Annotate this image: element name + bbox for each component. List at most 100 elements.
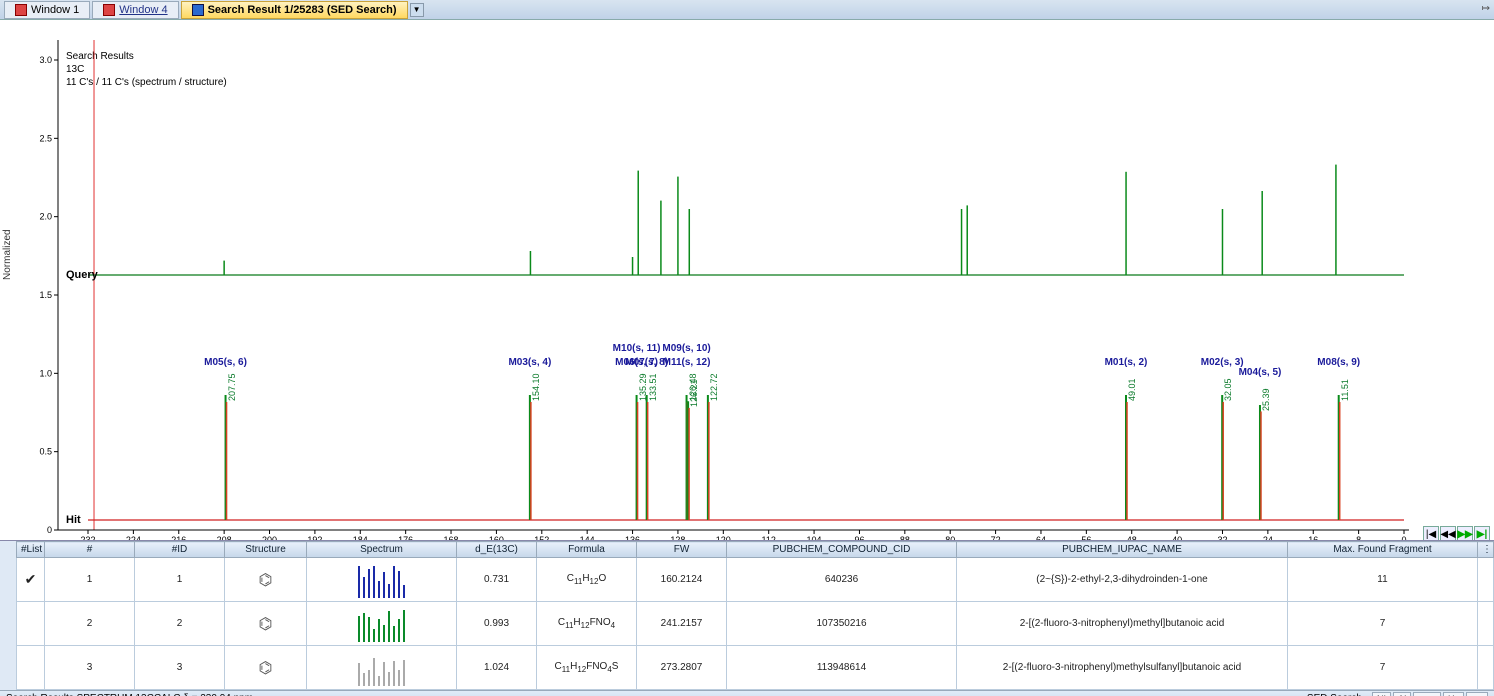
svg-text:1.0: 1.0: [39, 368, 52, 378]
btn-pts[interactable]: pts: [1466, 692, 1488, 696]
table-row[interactable]: 22⌬0.993C11H12FNO4241.21571073502162-[(2…: [17, 602, 1494, 646]
peak-label: M11(s, 12): [663, 357, 711, 368]
peak-label: M09(s, 10): [662, 343, 710, 354]
peak-label: M10(s, 11): [613, 343, 661, 354]
peak-value: 25.39: [1261, 388, 1271, 411]
row-check[interactable]: ✔: [17, 558, 45, 602]
col-header[interactable]: PUBCHEM_IUPAC_NAME: [957, 542, 1288, 558]
peak-value: 126.21: [689, 380, 699, 408]
spectrum-plot[interactable]: Normalized Search Results 13C 11 C's / 1…: [0, 20, 1494, 540]
svg-text:0: 0: [47, 525, 52, 535]
svg-text:2.0: 2.0: [39, 212, 52, 222]
row-pad: [1478, 602, 1494, 646]
peak-value: 133.51: [648, 373, 658, 401]
btn-hz[interactable]: Hz: [1443, 692, 1464, 696]
svg-text:0.5: 0.5: [39, 447, 52, 457]
btn-ppm[interactable]: ppm: [1413, 692, 1441, 696]
row-pad: [1478, 646, 1494, 690]
row-spectrum: [307, 602, 457, 646]
row-id: 1: [135, 558, 225, 602]
row-formula: C11H12FNO4: [537, 602, 637, 646]
row-spectrum: [307, 558, 457, 602]
row-formula: C11H12O: [537, 558, 637, 602]
row-fw: 160.2124: [637, 558, 727, 602]
col-options[interactable]: ⋮: [1478, 542, 1494, 558]
row-structure: ⌬: [225, 646, 307, 690]
col-header[interactable]: Spectrum: [307, 542, 457, 558]
peak-value: 207.75: [227, 373, 237, 401]
tab-window1[interactable]: Window 1: [4, 1, 90, 19]
col-header[interactable]: PUBCHEM_COMPOUND_CID: [727, 542, 957, 558]
row-check[interactable]: [17, 602, 45, 646]
y-axis-label: Normalized: [2, 229, 13, 280]
col-header[interactable]: Max. Found Fragment: [1288, 542, 1478, 558]
row-spectrum: [307, 646, 457, 690]
peak-label: M05(s, 6): [204, 357, 247, 368]
col-header[interactable]: #List: [17, 542, 45, 558]
row-pad: [1478, 558, 1494, 602]
peak-value: 32.05: [1223, 378, 1233, 401]
svg-text:Query: Query: [66, 269, 99, 281]
row-fw: 273.2807: [637, 646, 727, 690]
tab-search-result[interactable]: Search Result 1/25283 (SED Search): [181, 1, 408, 19]
peak-label: M02(s, 3): [1201, 357, 1244, 368]
tab-label: Window 1: [31, 4, 79, 16]
peak-label: M08(s, 9): [1317, 357, 1360, 368]
row-name: (2~{S})-2-ethyl-2,3-dihydroinden-1-one: [957, 558, 1288, 602]
peak-value: 49.01: [1127, 378, 1137, 401]
window-tabs: Window 1 Window 4 Search Result 1/25283 …: [0, 0, 1494, 20]
peak-value: 135.29: [638, 373, 648, 401]
btn-ai[interactable]: AI: [1393, 692, 1412, 696]
svg-text:1.5: 1.5: [39, 290, 52, 300]
row-num: 1: [45, 558, 135, 602]
peak-value: 122.72: [709, 373, 719, 401]
table-row[interactable]: 33⌬1.024C11H12FNO4S273.28071139486142-[(…: [17, 646, 1494, 690]
col-header[interactable]: Formula: [537, 542, 637, 558]
row-num: 3: [45, 646, 135, 690]
collapse-icon[interactable]: ↦: [1482, 3, 1490, 14]
row-de: 0.731: [457, 558, 537, 602]
row-de: 1.024: [457, 646, 537, 690]
row-cid: 107350216: [727, 602, 957, 646]
row-name: 2-[(2-fluoro-3-nitrophenyl)methyl]butano…: [957, 602, 1288, 646]
peak-label: M01(s, 2): [1105, 357, 1148, 368]
tab-label: Window 4: [119, 4, 167, 16]
search-icon: [192, 4, 204, 16]
svg-text:Hit: Hit: [66, 514, 81, 526]
peak-label: M07(s, 8): [625, 357, 668, 368]
col-header[interactable]: Structure: [225, 542, 307, 558]
row-fw: 241.2157: [637, 602, 727, 646]
row-id: 2: [135, 602, 225, 646]
spectrum-icon: [103, 4, 115, 16]
row-structure: ⌬: [225, 558, 307, 602]
table-row[interactable]: ✔11⌬0.731C11H12O160.2124640236(2~{S})-2-…: [17, 558, 1494, 602]
row-name: 2-[(2-fluoro-3-nitrophenyl)methylsulfany…: [957, 646, 1288, 690]
spectrum-svg: 00.51.01.52.02.53.0232224216208200192184…: [28, 20, 1414, 540]
col-header[interactable]: #ID: [135, 542, 225, 558]
btn-ni[interactable]: NI: [1372, 692, 1391, 696]
svg-text:2.5: 2.5: [39, 133, 52, 143]
peak-label: M03(s, 4): [508, 357, 551, 368]
peak-value: 154.10: [531, 373, 541, 401]
spectrum-icon: [15, 4, 27, 16]
row-de: 0.993: [457, 602, 537, 646]
row-formula: C11H12FNO4S: [537, 646, 637, 690]
tab-window4[interactable]: Window 4: [92, 1, 178, 19]
row-id: 3: [135, 646, 225, 690]
col-header[interactable]: d_E(13C): [457, 542, 537, 558]
peak-label: M04(s, 5): [1239, 367, 1282, 378]
row-cid: 640236: [727, 558, 957, 602]
results-table: #List##IDStructureSpectrumd_E(13C)Formul…: [16, 541, 1494, 690]
row-num: 2: [45, 602, 135, 646]
svg-text:3.0: 3.0: [39, 55, 52, 65]
results-table-wrap: #List##IDStructureSpectrumd_E(13C)Formul…: [0, 540, 1494, 690]
col-header[interactable]: FW: [637, 542, 727, 558]
row-structure: ⌬: [225, 602, 307, 646]
status-bar: Search Results SPECTRUM 13CCALC δ = 230.…: [0, 690, 1494, 696]
tab-dropdown[interactable]: ▼: [410, 3, 424, 17]
row-check[interactable]: [17, 646, 45, 690]
peak-value: 11.51: [1340, 379, 1350, 401]
row-frag: 11: [1288, 558, 1478, 602]
col-header[interactable]: #: [45, 542, 135, 558]
row-frag: 7: [1288, 602, 1478, 646]
